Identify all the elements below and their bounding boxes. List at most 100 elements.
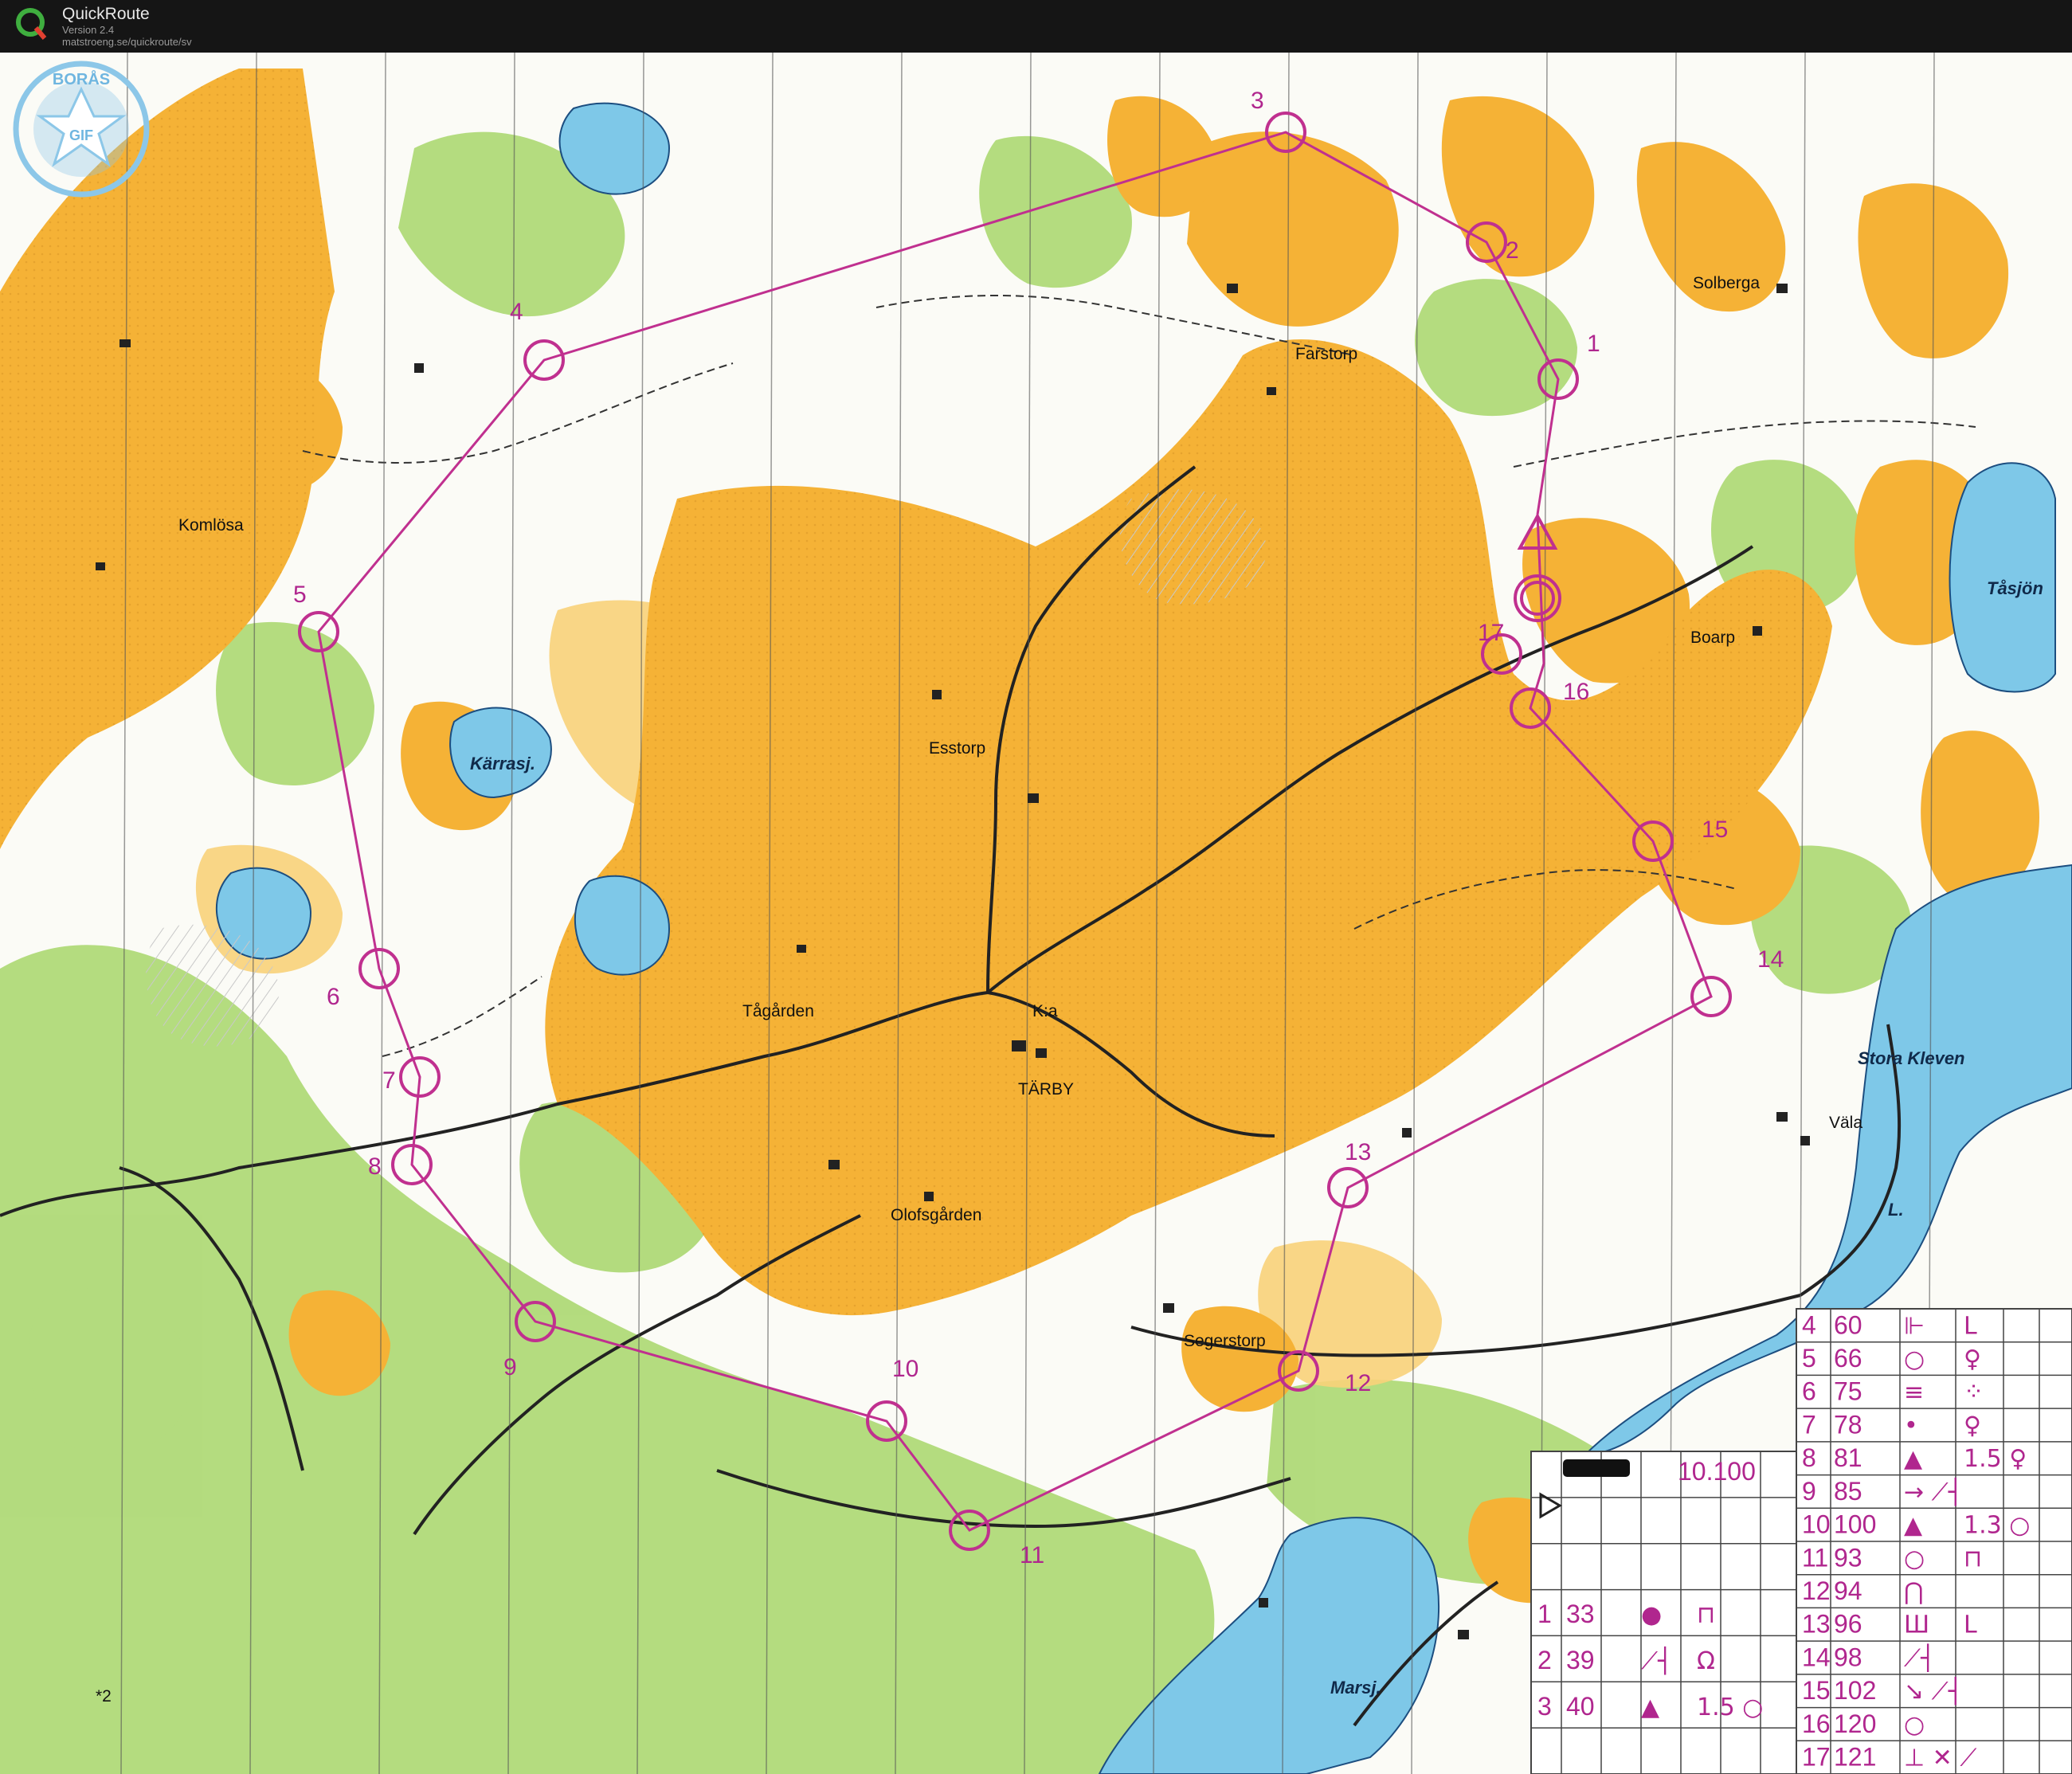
desc-control-code: 60 <box>1834 1310 1862 1339</box>
desc-symbol: ⋂ <box>1904 1578 1924 1606</box>
desc-symbol: ≡ <box>1904 1379 1924 1407</box>
desc-symbol: ▲ <box>1641 1694 1659 1721</box>
quickroute-logo-icon <box>16 8 47 40</box>
desc-control-number: 14 <box>1802 1643 1831 1671</box>
redacted-name-block <box>1563 1459 1630 1477</box>
control-number-17: 17 <box>1478 620 1504 646</box>
desc-control-number: 4 <box>1802 1310 1816 1339</box>
desc-control-number: 1 <box>1537 1600 1552 1628</box>
desc-control-code: 75 <box>1834 1377 1862 1406</box>
desc-symbol: ⊩ <box>1904 1312 1925 1340</box>
place-boarp: Boarp <box>1690 629 1735 647</box>
app-version: Version 2.4 <box>62 24 115 36</box>
place-farstorp: Farstorp <box>1295 345 1357 363</box>
desc-control-code: 121 <box>1834 1743 1876 1772</box>
desc-symbol: • <box>1904 1412 1918 1439</box>
desc-control-code: 33 <box>1566 1600 1595 1628</box>
place-komlosa: Komlösa <box>178 516 244 535</box>
desc-symbol: ▲ <box>1904 1445 1922 1473</box>
app-title-bar: QuickRoute Version 2.4 matstroeng.se/qui… <box>0 0 2072 53</box>
desc-control-number: 7 <box>1802 1410 1816 1439</box>
desc-extra: L <box>1964 1312 1977 1340</box>
desc-control-code: 94 <box>1834 1576 1862 1605</box>
place-karrasj: Kärrasj. <box>470 754 535 773</box>
desc-control-code: 120 <box>1834 1709 1876 1738</box>
desc-control-code: 40 <box>1566 1692 1595 1721</box>
place-tagarden: Tågården <box>742 1002 814 1020</box>
control-number-2: 2 <box>1506 237 1519 264</box>
desc-symbol: ○ <box>1904 1345 1925 1373</box>
desc-control-code: 102 <box>1834 1676 1876 1705</box>
desc-extra: 1.5 ♀ <box>1964 1445 2027 1473</box>
desc-symbol: ○ <box>1904 1545 1925 1572</box>
desc-symbol: ● <box>1641 1601 1662 1629</box>
desc-extra: 1.5 ○ <box>1697 1694 1763 1721</box>
place-tasjon: Tåsjön <box>1987 578 2043 598</box>
place-l: L. <box>1888 1200 1904 1220</box>
desc-symbol: ▲ <box>1904 1512 1922 1540</box>
desc-symbol: ↘ ⟋┤ <box>1904 1676 1963 1705</box>
place-marsj: Marsj. <box>1330 1678 1381 1698</box>
control-number-8: 8 <box>368 1153 382 1180</box>
control-number-4: 4 <box>510 299 523 325</box>
place-segerstorp: Segerstorp <box>1184 1332 1266 1350</box>
desc-symbol: ⊥ ✕ ⟋ <box>1904 1745 1976 1772</box>
desc-control-number: 3 <box>1537 1692 1552 1721</box>
control-number-1: 1 <box>1587 331 1600 357</box>
desc-control-number: 15 <box>1802 1676 1831 1705</box>
desc-symbol: ⟋┤ <box>1641 1646 1672 1675</box>
lake-tasjon <box>1949 462 2056 693</box>
desc-control-number: 11 <box>1802 1543 1828 1572</box>
control-number-14: 14 <box>1757 946 1784 973</box>
desc-symbol: Ш <box>1904 1611 1929 1639</box>
desc-control-number: 17 <box>1802 1743 1831 1772</box>
desc-control-code: 81 <box>1834 1443 1862 1472</box>
desc-symbol: ⟋┤ <box>1904 1643 1935 1672</box>
desc-control-number: 5 <box>1802 1344 1816 1373</box>
desc-control-number: 2 <box>1537 1646 1552 1674</box>
control-number-9: 9 <box>503 1354 517 1380</box>
desc-control-number: 12 <box>1802 1576 1831 1605</box>
desc-control-code: 98 <box>1834 1643 1862 1671</box>
desc-extra: ⁘ <box>1964 1379 1984 1407</box>
desc-extra: L <box>1964 1611 1977 1639</box>
desc-control-code: 66 <box>1834 1344 1862 1373</box>
desc-extra: 1.3 ○ <box>1964 1512 2030 1540</box>
control-number-11: 11 <box>1020 1542 1044 1568</box>
desc-control-code: 85 <box>1834 1477 1862 1506</box>
desc-symbol: ○ <box>1904 1711 1925 1739</box>
corner-mark: *2 <box>96 1687 112 1705</box>
desc-control-code: 96 <box>1834 1610 1862 1639</box>
desc-control-number: 6 <box>1802 1377 1816 1406</box>
desc-control-number: 10 <box>1802 1510 1831 1539</box>
control-number-16: 16 <box>1563 679 1589 705</box>
desc-control-code: 100 <box>1834 1510 1876 1539</box>
control-number-3: 3 <box>1251 88 1264 114</box>
desc-symbol: → ⟋┤ <box>1904 1477 1963 1506</box>
desc-control-code: 39 <box>1566 1646 1595 1674</box>
control-number-7: 7 <box>382 1067 396 1094</box>
desc-control-number: 9 <box>1802 1477 1816 1506</box>
desc-control-number: 8 <box>1802 1443 1816 1472</box>
club-logo-center-text: GIF <box>69 127 93 143</box>
app-name: QuickRoute <box>62 5 150 23</box>
desc-extra: ⊓ <box>1697 1601 1715 1629</box>
control-number-10: 10 <box>892 1356 918 1382</box>
place-esstorp: Esstorp <box>929 739 985 758</box>
desc-extra: ♀ <box>1964 1412 1981 1439</box>
place-solberga: Solberga <box>1693 274 1760 292</box>
control-number-12: 12 <box>1345 1370 1371 1396</box>
desc-control-number: 16 <box>1802 1709 1831 1738</box>
orienteering-map[interactable]: BORÅS GIF Komlösa Solberga Farstorp Tåsj… <box>0 53 2072 1774</box>
place-tarby: TÄRBY <box>1018 1080 1074 1098</box>
place-vala: Väla <box>1829 1114 1862 1132</box>
app-url: matstroeng.se/quickroute/sv <box>62 36 192 48</box>
map-canvas[interactable]: BORÅS GIF Komlösa Solberga Farstorp Tåsj… <box>0 53 2072 1774</box>
control-number-15: 15 <box>1702 817 1728 843</box>
desc-extra: ♀ <box>1964 1345 1981 1373</box>
desc-extra: Ω <box>1697 1647 1715 1675</box>
control-number-13: 13 <box>1345 1139 1371 1165</box>
place-ka: K:a <box>1032 1002 1058 1020</box>
control-number-5: 5 <box>293 582 307 608</box>
place-olofsgarden: Olofsgården <box>891 1206 981 1224</box>
